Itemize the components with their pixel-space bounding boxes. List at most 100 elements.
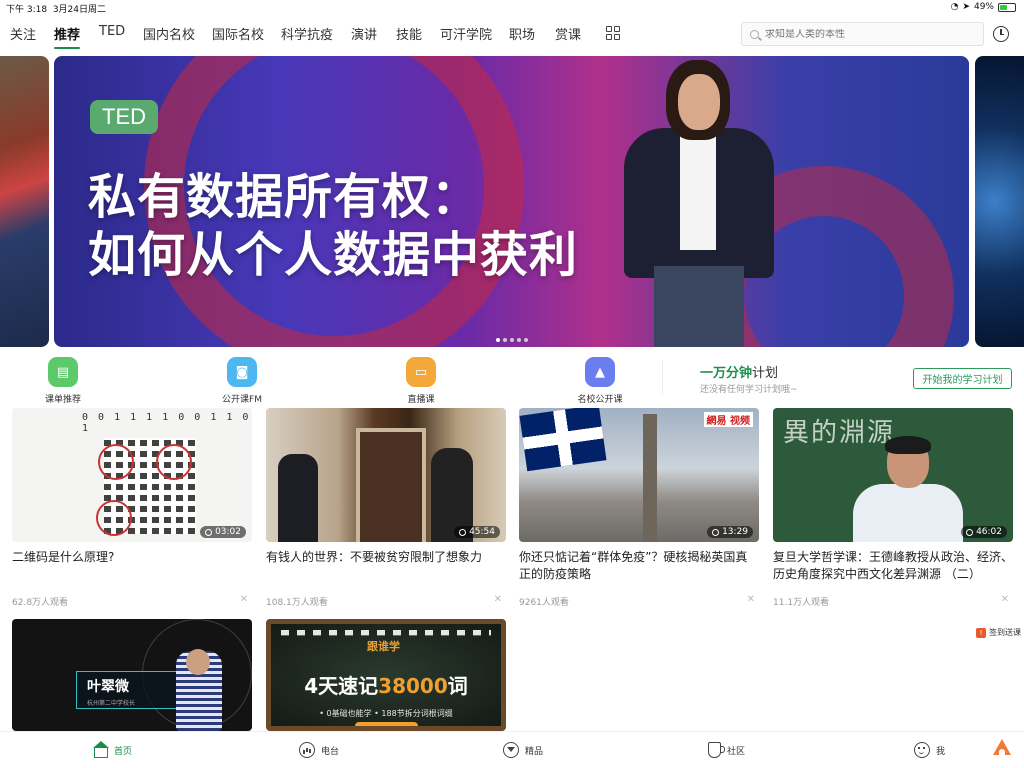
banner-next-slide[interactable] <box>975 56 1024 347</box>
carousel-dot[interactable] <box>496 338 500 342</box>
promo-badge: 限时0元学 <box>355 722 418 726</box>
close-icon[interactable]: ✕ <box>494 594 502 605</box>
thumbnail-bits-text: 0 0 1 1 1 1 0 0 1 1 0 1 <box>82 412 251 434</box>
entry-live[interactable]: ▭ 直播课 <box>386 357 456 405</box>
app-logo-floating-button[interactable] <box>991 737 1013 759</box>
video-thumbnail: 0 0 1 1 1 1 0 0 1 1 0 1 03:02 <box>12 408 252 542</box>
carousel-dot[interactable] <box>503 338 507 342</box>
bottom-tab-label: 精品 <box>525 746 544 757</box>
tab-speech[interactable]: 演讲 <box>351 24 377 43</box>
bottom-tab-label: 我 <box>936 746 946 757</box>
bottom-tab-label: 电台 <box>321 746 340 757</box>
card-title: 二维码是什么原理? <box>12 550 115 564</box>
union-jack-flag <box>519 408 607 472</box>
close-icon[interactable]: ✕ <box>240 594 248 605</box>
video-card[interactable]: 45:54 有钱人的世界：不要被贫穷限制了想象力 108.1万人观看 ✕ <box>266 408 506 608</box>
list-icon: ▤ <box>48 357 78 387</box>
search-bar[interactable] <box>741 22 984 46</box>
card-views: 9261人观看 ✕ <box>519 594 755 608</box>
tab-follow[interactable]: 关注 <box>10 24 36 43</box>
bottom-tab-community[interactable]: 社区 <box>708 742 745 758</box>
clock-icon <box>966 528 974 536</box>
status-time: 下午 3:18 3月24日周二 <box>6 5 106 15</box>
tab-domestic-universities[interactable]: 国内名校 <box>143 24 195 43</box>
card-views: 108.1万人观看 ✕ <box>266 594 502 608</box>
bottom-tab-home[interactable]: 首页 <box>93 741 133 758</box>
promo-headline: 4天速记38000词 <box>304 674 468 698</box>
close-icon[interactable]: ✕ <box>1001 594 1009 605</box>
search-input[interactable] <box>765 28 965 40</box>
duration-badge: 46:02 <box>961 526 1007 538</box>
banner-speaker-image <box>614 56 784 347</box>
video-card[interactable]: 跟谁学 4天速记38000词 • 0基础也能学 • 188节拆分词根词缀 限时0… <box>266 619 506 731</box>
close-icon[interactable]: ✕ <box>747 594 755 605</box>
tab-recommend[interactable]: 推荐 <box>54 24 81 49</box>
video-card[interactable]: 0 0 1 1 1 1 0 0 1 1 0 1 03:02 二维码是什么原理? … <box>12 408 252 608</box>
wifi-icon: ◔ <box>950 2 959 12</box>
banner-title-line2: 如何从个人数据中获利 <box>88 227 579 283</box>
clock-icon <box>459 528 467 536</box>
tab-ted[interactable]: TED <box>99 24 125 39</box>
home-icon <box>93 741 109 758</box>
video-thumbnail: 叶翠微 杭州第二中学校长 <box>12 619 252 731</box>
history-icon[interactable] <box>993 26 1009 42</box>
graduation-cap-icon: ▲ <box>585 357 615 387</box>
search-icon <box>750 29 759 39</box>
radio-fm-icon: ◙ <box>227 357 257 387</box>
bottom-tab-premium[interactable]: 精品 <box>503 742 543 758</box>
status-bar: 下午 3:18 3月24日周二 ◔ ➤ 49% <box>0 0 1024 16</box>
entry-fm[interactable]: ◙ 公开课FM <box>207 357 277 405</box>
entry-label: 公开课FM <box>222 395 262 405</box>
card-title: 复旦大学哲学课：王德峰教授从政治、经济、历史角度探究中西文化差异渊源 （二） <box>773 550 1013 581</box>
duration-badge: 45:54 <box>454 526 500 538</box>
card-views: 11.1万人观看 ✕ <box>773 594 1009 608</box>
radio-icon <box>299 742 315 758</box>
tab-international-universities[interactable]: 国际名校 <box>212 24 264 43</box>
tab-appreciate[interactable]: 赏课 <box>555 24 581 43</box>
carousel-dot[interactable] <box>517 338 521 342</box>
netease-video-logo: 網易 视频 <box>703 412 753 427</box>
study-plan-subtitle: 还没有任何学习计划哦~ <box>700 385 798 395</box>
checkin-label: 签到送课 <box>989 628 1021 637</box>
banner-title: 私有数据所有权： 如何从个人数据中获利 <box>88 168 578 284</box>
entry-famous-schools[interactable]: ▲ 名校公开课 <box>565 357 635 405</box>
bottom-tab-me[interactable]: 我 <box>914 742 945 758</box>
video-thumbnail: 45:54 <box>266 408 506 542</box>
tab-workplace[interactable]: 职场 <box>509 24 535 43</box>
study-plan-title: 一万分钟计划 <box>700 366 779 381</box>
gift-icon: ! <box>976 627 986 638</box>
video-thumbnail: 異的淵源 46:02 <box>773 408 1013 542</box>
tab-khan-academy[interactable]: 可汗学院 <box>440 24 492 43</box>
all-categories-icon[interactable] <box>606 26 620 40</box>
tab-skills[interactable]: 技能 <box>396 24 422 43</box>
video-card[interactable]: 叶翠微 杭州第二中学校长 <box>12 619 252 731</box>
entry-label: 名校公开课 <box>577 395 623 405</box>
entry-label: 课单推荐 <box>44 395 81 405</box>
checkin-gift-tag[interactable]: ! 签到送课 <box>976 627 1021 638</box>
divider <box>662 360 663 394</box>
entry-label: 直播课 <box>407 395 435 405</box>
card-title: 你还只惦记着“群体免疫”？硬核揭秘英国真正的防疫策略 <box>519 550 748 581</box>
carousel-dot[interactable] <box>510 338 514 342</box>
battery-percent: 49% <box>973 2 994 12</box>
status-right: ◔ ➤ 49% <box>951 2 1016 12</box>
bottom-tab-radio[interactable]: 电台 <box>299 742 339 758</box>
banner-previous-slide[interactable] <box>0 56 49 347</box>
gem-icon <box>503 742 519 758</box>
entry-course-list[interactable]: ▤ 课单推荐 <box>28 357 98 405</box>
speaker-title: 杭州第二中学校长 <box>87 700 136 707</box>
bottom-tab-label: 首页 <box>114 746 133 757</box>
carousel-dot[interactable] <box>524 338 528 342</box>
video-card[interactable]: 網易 视频 13:29 你还只惦记着“群体免疫”？硬核揭秘英国真正的防疫策略 9… <box>519 408 759 608</box>
speaker-name: 叶翠微 <box>87 679 129 695</box>
carousel-indicator <box>496 338 528 342</box>
promo-features: • 0基础也能学 • 188节拆分词根词缀 <box>319 709 453 718</box>
start-study-plan-button[interactable]: 开始我的学习计划 <box>913 368 1012 389</box>
tv-icon: ▭ <box>406 357 436 387</box>
tab-science-epidemic[interactable]: 科学抗疫 <box>281 24 333 43</box>
location-icon: ➤ <box>962 2 970 12</box>
banner-main-slide[interactable]: TED 私有数据所有权： 如何从个人数据中获利 <box>54 56 969 347</box>
brand-logo-text: 跟谁学 <box>367 640 400 653</box>
video-card[interactable]: 異的淵源 46:02 复旦大学哲学课：王德峰教授从政治、经济、历史角度探究中西文… <box>773 408 1013 608</box>
battery-icon <box>998 2 1016 12</box>
